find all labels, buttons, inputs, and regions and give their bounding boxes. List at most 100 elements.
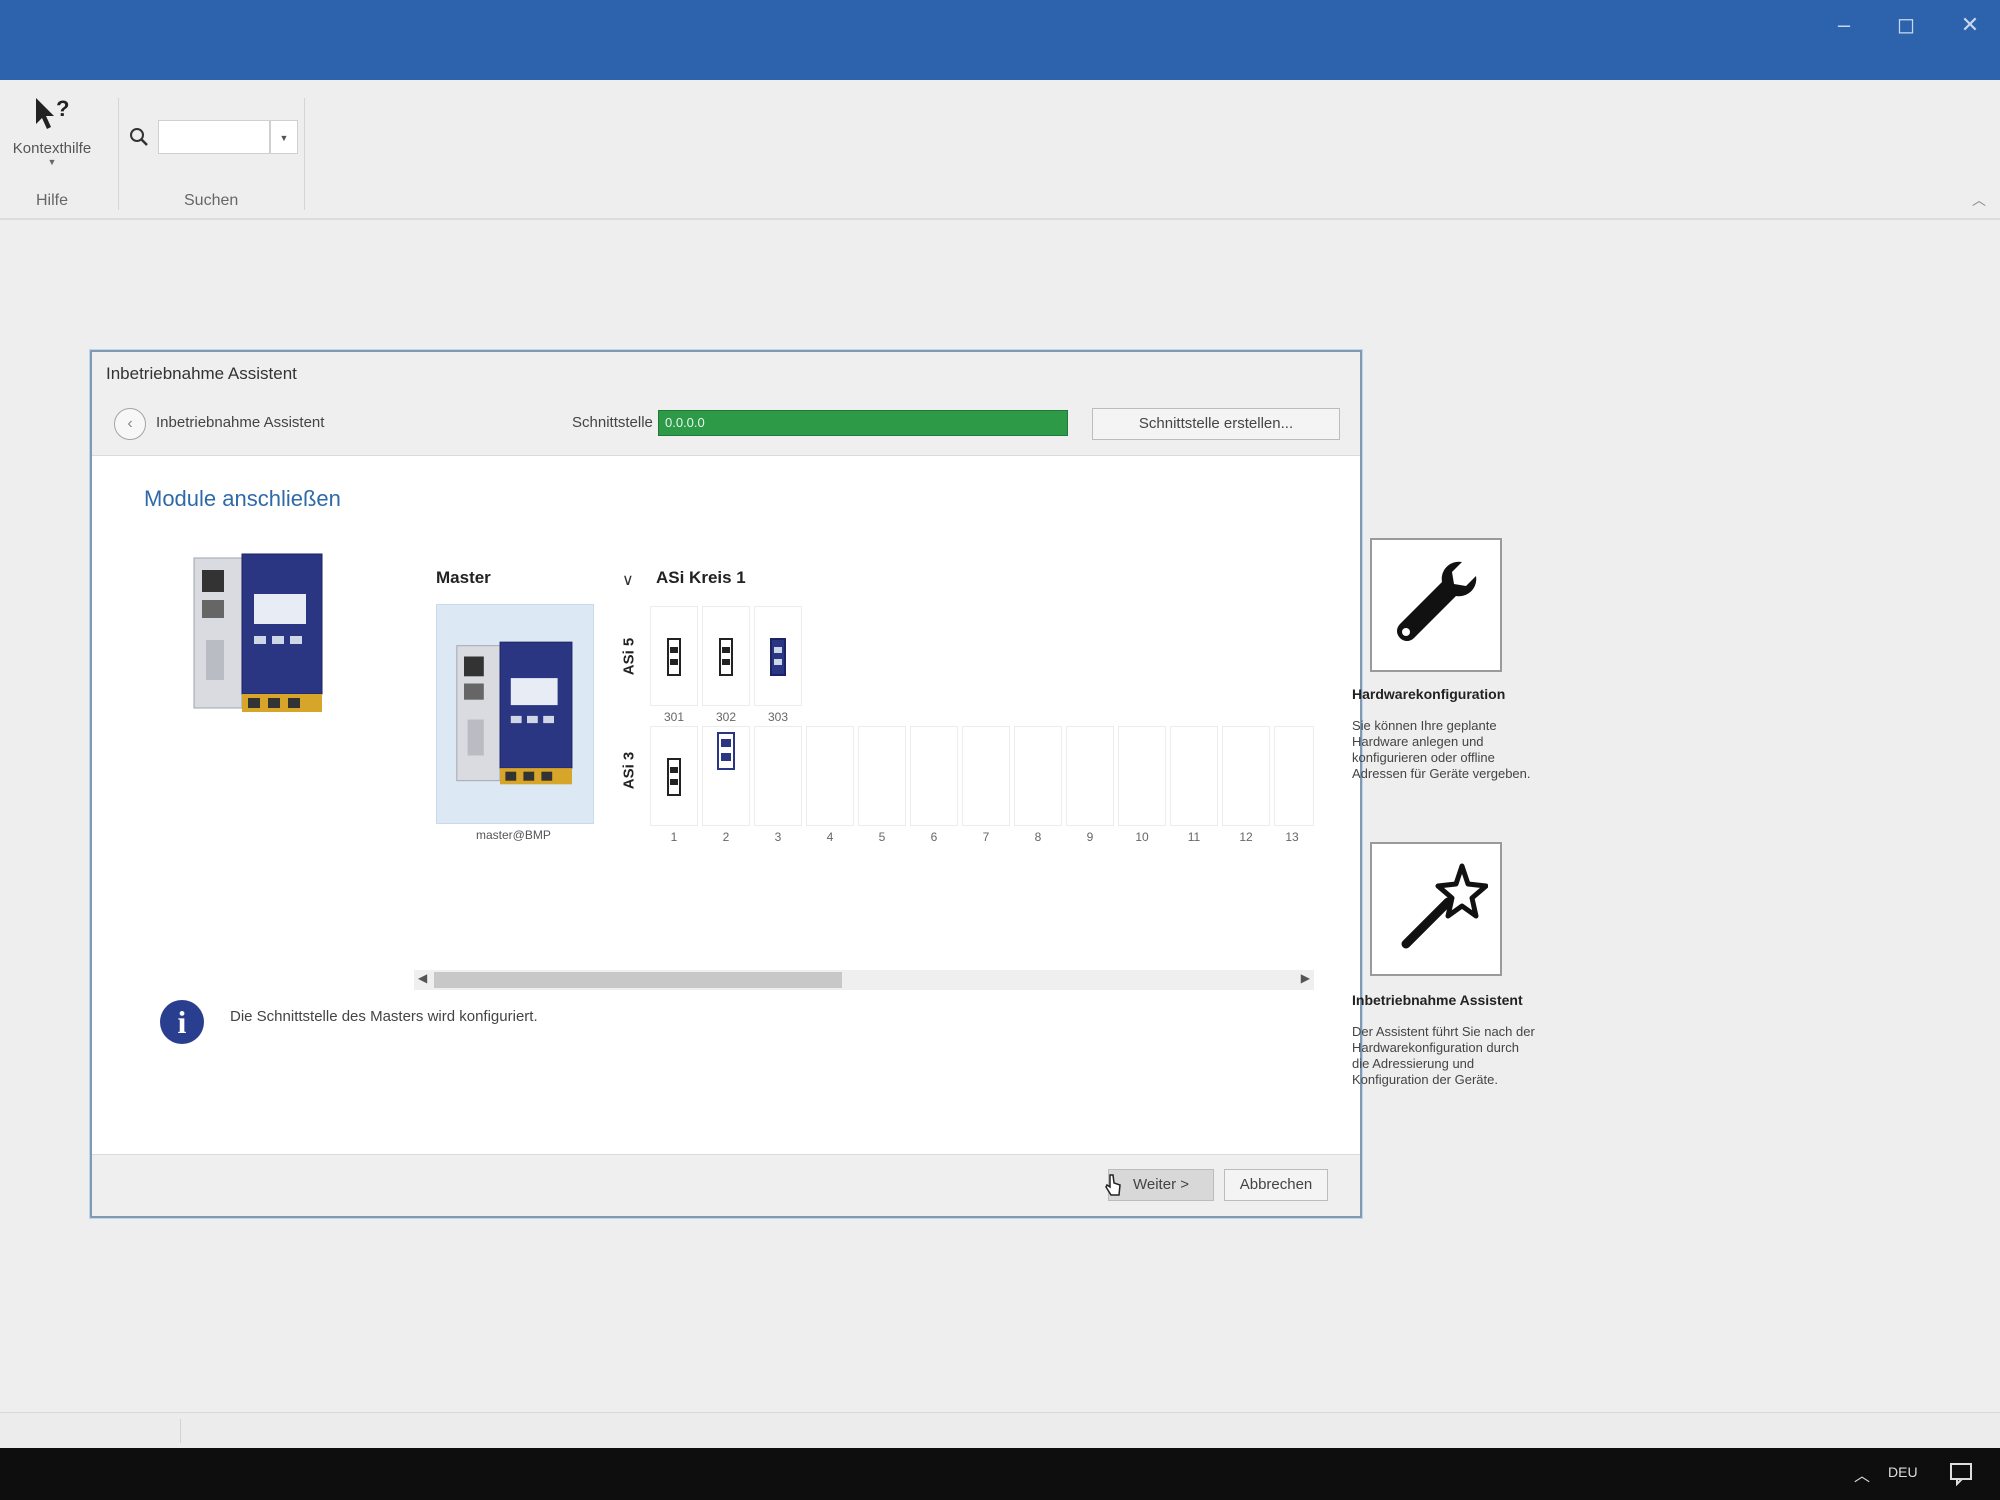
slot-number: 9 xyxy=(1086,830,1094,844)
taskbar: ︿ DEU xyxy=(0,1448,2000,1500)
horizontal-scrollbar[interactable]: ◀ ▶ xyxy=(414,970,1314,990)
slot-number: 7 xyxy=(982,830,990,844)
breadcrumb: Inbetriebnahme Assistent xyxy=(156,414,325,431)
hand-cursor-icon xyxy=(1105,1174,1121,1196)
master-tile[interactable] xyxy=(436,604,594,824)
minimize-button[interactable]: – xyxy=(1822,10,1866,40)
commissioning-wizard-tile[interactable] xyxy=(1370,842,1502,976)
slot-asi3-3[interactable] xyxy=(754,726,802,826)
slot-asi3-2[interactable] xyxy=(702,726,750,826)
slot-asi3-12[interactable] xyxy=(1222,726,1270,826)
row-label-asi5: ASi 5 xyxy=(620,637,638,676)
slot-number: 12 xyxy=(1239,830,1253,844)
slot-number: 2 xyxy=(722,830,730,844)
create-interface-button[interactable]: Schnittstelle erstellen... xyxy=(1092,408,1340,440)
status-bar xyxy=(0,1412,2000,1448)
module-icon xyxy=(667,638,681,676)
slot-asi3-1[interactable] xyxy=(650,726,698,826)
description-line: Adressen für Geräte vergeben. xyxy=(1352,766,1531,781)
slot-asi3-5[interactable] xyxy=(858,726,906,826)
slot-asi3-9[interactable] xyxy=(1066,726,1114,826)
magic-wand-icon xyxy=(1401,863,1488,949)
module-icon xyxy=(717,732,735,770)
pointer-question-icon: ? xyxy=(36,96,69,129)
search-group-label: Suchen xyxy=(184,192,239,209)
dialog-header: Inbetriebnahme Assistent ‹ Inbetriebnahm… xyxy=(92,352,1360,456)
chevron-down-icon: ▼ xyxy=(47,157,57,167)
hardware-config-description: Sie können Ihre geplante Hardware anlege… xyxy=(1352,718,1552,782)
slot-asi3-7[interactable] xyxy=(962,726,1010,826)
ribbon-divider xyxy=(118,98,119,210)
next-button[interactable]: Weiter > xyxy=(1108,1169,1214,1201)
ribbon-collapse-button[interactable]: ︿ xyxy=(1972,190,1986,210)
slot-number: 6 xyxy=(930,830,938,844)
slot-number: 8 xyxy=(1034,830,1042,844)
interface-select[interactable]: 0.0.0.0 xyxy=(658,410,1068,436)
context-help-button[interactable]: ? Kontexthilfe ▼ xyxy=(6,94,98,190)
slot-number: 13 xyxy=(1285,830,1299,844)
chevron-down-icon[interactable]: ∨ xyxy=(622,570,634,590)
slot-asi3-8[interactable] xyxy=(1014,726,1062,826)
search-input[interactable] xyxy=(158,120,270,154)
context-help-label: Kontexthilfe xyxy=(12,140,92,157)
search-box: ▼ xyxy=(126,120,298,154)
module-icon xyxy=(667,758,681,796)
scroll-right-icon[interactable]: ▶ xyxy=(1301,971,1310,985)
slot-address: 302 xyxy=(715,710,737,724)
slot-asi5-2[interactable] xyxy=(702,606,750,706)
scrollbar-thumb[interactable] xyxy=(434,972,842,988)
hardware-config-title: Hardwarekonfiguration xyxy=(1352,686,1506,702)
language-indicator[interactable]: DEU xyxy=(1888,1464,1918,1480)
description-line: Sie können Ihre geplante xyxy=(1352,718,1497,733)
page-heading: Module anschließen xyxy=(144,486,341,511)
interface-label: Schnittstelle xyxy=(572,414,653,431)
slot-asi3-4[interactable] xyxy=(806,726,854,826)
master-device-image xyxy=(456,641,573,785)
slot-asi3-13[interactable] xyxy=(1274,726,1314,826)
wrench-icon xyxy=(1397,561,1477,641)
scroll-left-icon[interactable]: ◀ xyxy=(418,971,427,985)
description-line: konfigurieren oder offline xyxy=(1352,750,1495,765)
description-line: die Adressierung und xyxy=(1352,1056,1475,1071)
slot-number: 1 xyxy=(670,830,678,844)
master-label: Master xyxy=(436,568,491,587)
close-button[interactable]: ✕ xyxy=(1948,10,1992,40)
slot-asi3-6[interactable] xyxy=(910,726,958,826)
slot-asi5-3[interactable] xyxy=(754,606,802,706)
title-bar: – ◻ ✕ xyxy=(0,0,2000,80)
slot-number: 4 xyxy=(826,830,834,844)
description-line: Konfiguration der Geräte. xyxy=(1352,1072,1498,1087)
notification-icon[interactable] xyxy=(1948,1460,1974,1486)
hardware-config-tile[interactable] xyxy=(1370,538,1502,672)
search-dropdown-button[interactable]: ▼ xyxy=(270,120,298,154)
asi-circuit-label: ASi Kreis 1 xyxy=(656,568,746,587)
slot-number: 11 xyxy=(1187,830,1201,844)
svg-text:?: ? xyxy=(56,96,69,121)
slot-asi5-1[interactable] xyxy=(650,606,698,706)
slot-address: 303 xyxy=(767,710,789,724)
commissioning-wizard-description: Der Assistent führt Sie nach der Hardwar… xyxy=(1352,1024,1552,1088)
dialog-footer: Weiter > Abbrechen xyxy=(92,1154,1360,1216)
dialog-title: Inbetriebnahme Assistent xyxy=(106,364,297,383)
slot-asi3-11[interactable] xyxy=(1170,726,1218,826)
back-button[interactable]: ‹ xyxy=(114,408,146,440)
description-line: Hardware anlegen und xyxy=(1352,734,1484,749)
module-icon xyxy=(719,638,733,676)
commissioning-wizard-dialog: Inbetriebnahme Assistent ‹ Inbetriebnahm… xyxy=(90,350,1362,1218)
help-group-label: Hilfe xyxy=(36,192,69,209)
search-icon xyxy=(130,128,148,146)
ribbon-divider xyxy=(304,98,305,210)
master-name: master@BMP xyxy=(476,828,551,842)
cancel-button[interactable]: Abbrechen xyxy=(1224,1169,1328,1201)
slot-number: 3 xyxy=(774,830,782,844)
module-icon xyxy=(770,638,786,676)
maximize-button[interactable]: ◻ xyxy=(1884,10,1928,40)
master-device-image xyxy=(193,553,323,712)
info-icon: i xyxy=(160,1000,204,1044)
info-message: Die Schnittstelle des Masters wird konfi… xyxy=(230,1008,538,1025)
slot-asi3-10[interactable] xyxy=(1118,726,1166,826)
row-label-asi3: ASi 3 xyxy=(620,751,638,790)
slot-address: 301 xyxy=(663,710,685,724)
chevron-up-icon[interactable]: ︿ xyxy=(1854,1462,1870,1486)
commissioning-wizard-title: Inbetriebnahme Assistent xyxy=(1352,992,1523,1008)
